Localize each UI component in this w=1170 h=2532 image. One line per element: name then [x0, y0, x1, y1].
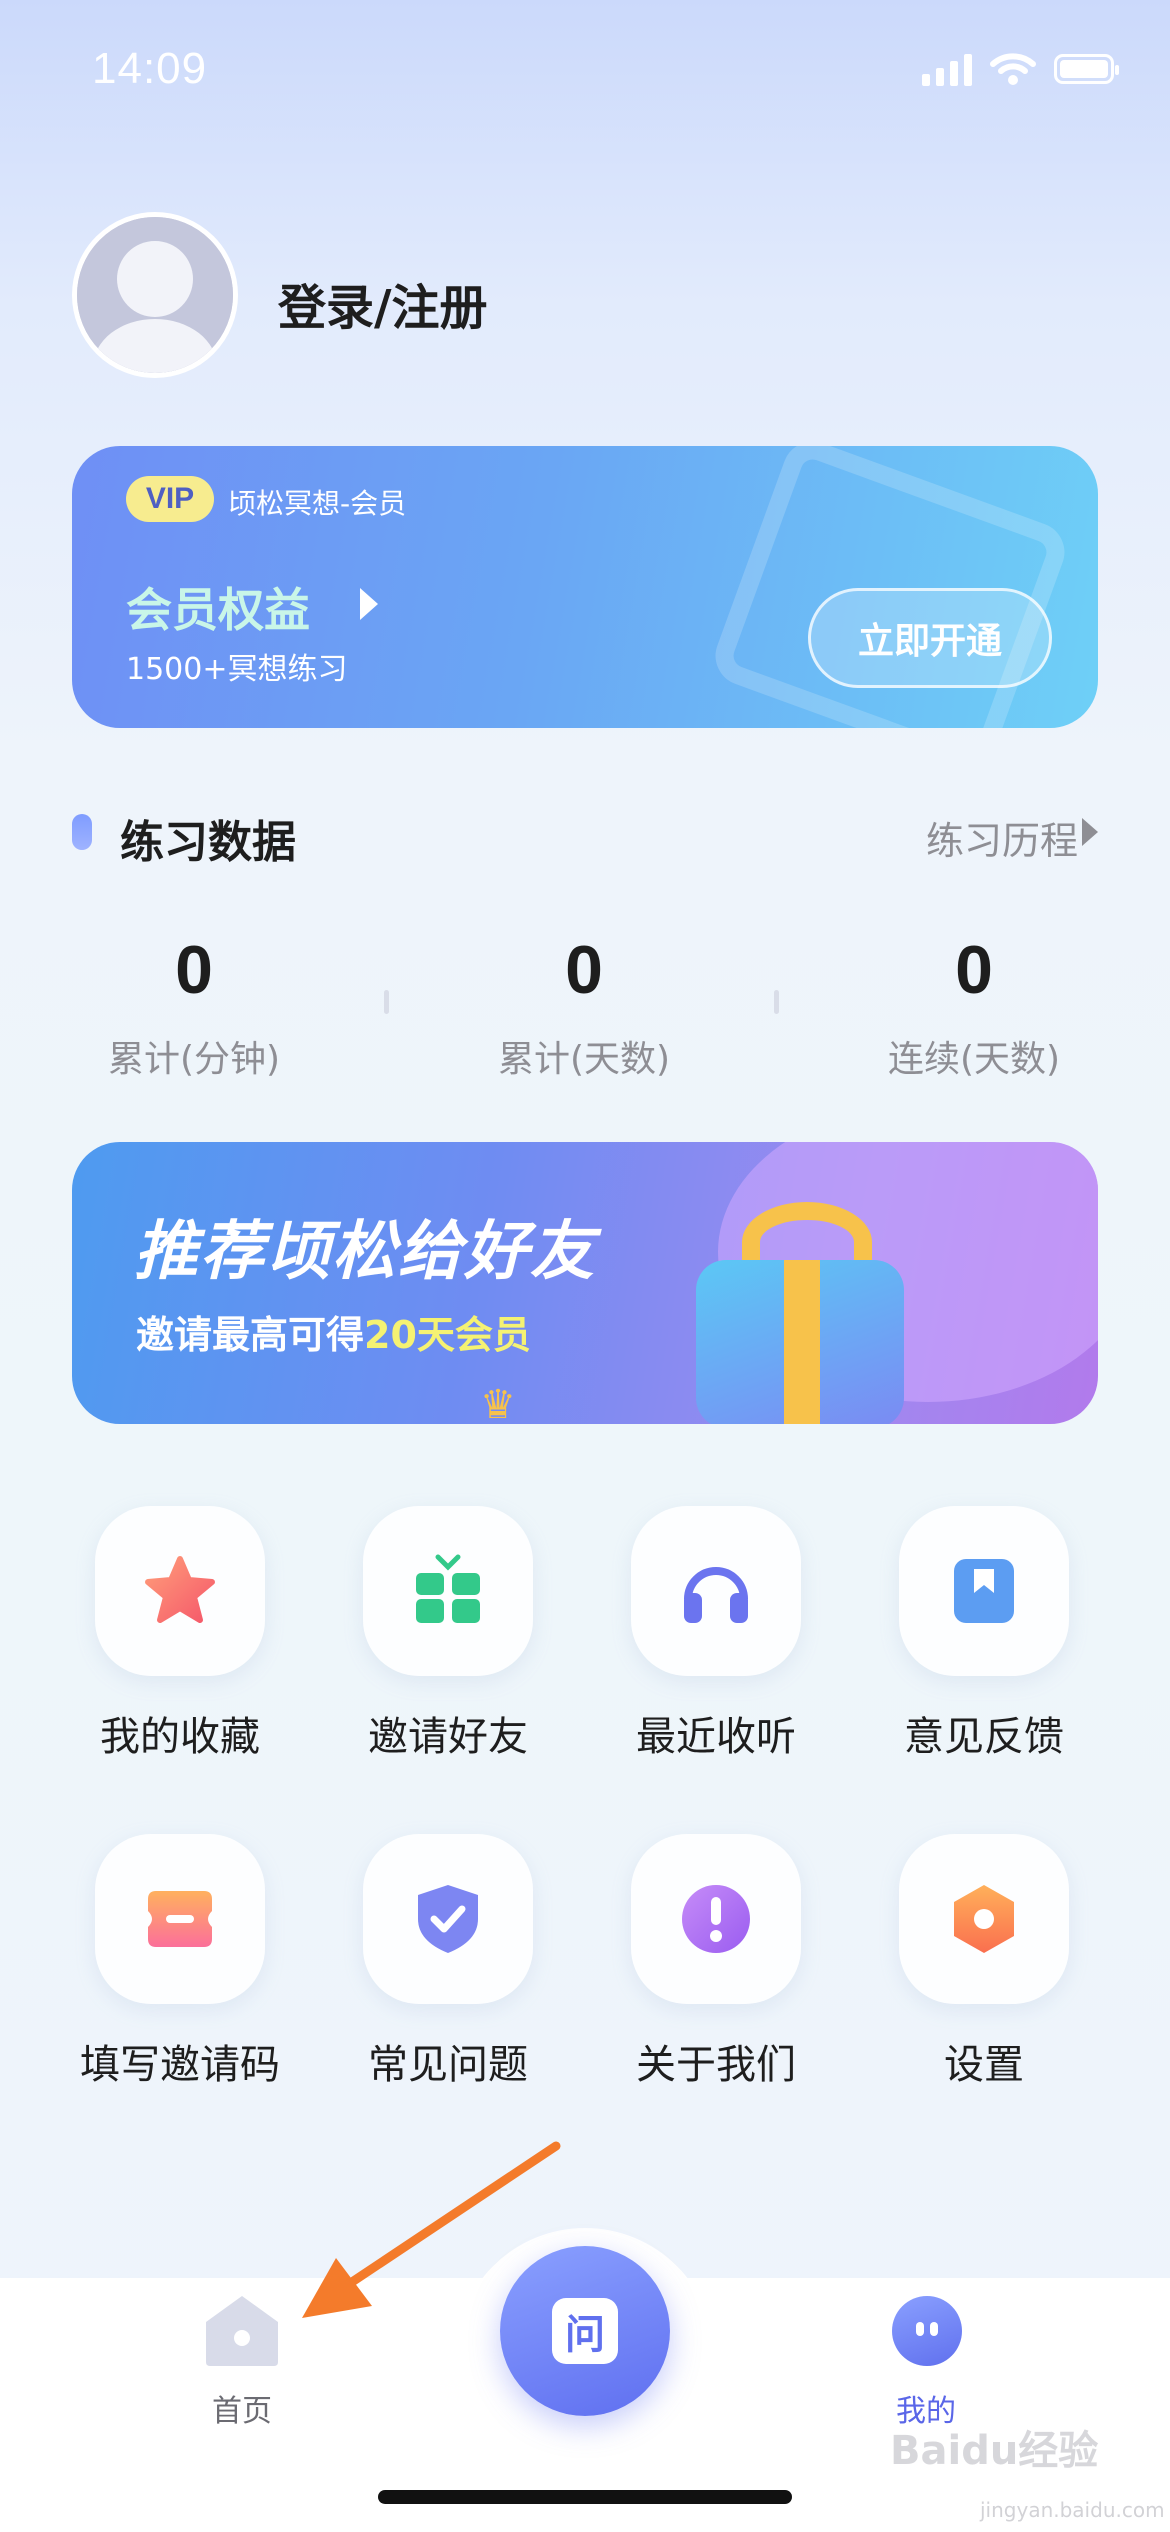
gift-ribbon: [784, 1260, 820, 1424]
invite-friends-banner[interactable]: 推荐顷松给好友 邀请最高可得20天会员 ♛: [72, 1142, 1098, 1424]
watermark: Baidu经验: [890, 2428, 1099, 2474]
vip-card[interactable]: VIP 顷松冥想-会员 会员权益 1500+冥想练习 立即开通: [72, 446, 1098, 728]
menu-tile[interactable]: [95, 1834, 265, 2004]
headphones-icon: [684, 1567, 748, 1623]
menu-tile[interactable]: [631, 1834, 801, 2004]
bookmark-icon: [954, 1559, 1014, 1623]
menu-item-settings[interactable]: 设置: [874, 1834, 1094, 2090]
menu-item-about[interactable]: 关于我们: [606, 1834, 826, 2090]
crown-icon: ♛: [480, 1382, 516, 1424]
wifi-icon: [990, 53, 1036, 85]
login-register-link[interactable]: 登录/注册: [278, 268, 488, 338]
invite-banner-title: 推荐顷松给好友: [134, 1215, 596, 1289]
star-icon: [145, 1556, 215, 1623]
stat-label: 累计(天数): [497, 1039, 671, 1080]
status-icons: [922, 52, 1119, 86]
menu-tile[interactable]: [363, 1506, 533, 1676]
stat-divider: [384, 990, 389, 1014]
menu-label: 填写邀请码: [80, 2042, 280, 2088]
chevron-right-icon: [1082, 818, 1098, 846]
tab-home-label[interactable]: 首页: [212, 2386, 272, 2430]
vip-label: 顷松冥想-会员: [228, 487, 407, 520]
menu-label: 设置: [944, 2042, 1024, 2088]
battery-icon: [1054, 54, 1119, 84]
menu-item-favorites[interactable]: 我的收藏: [70, 1506, 290, 1762]
menu-item-faq[interactable]: 常见问题: [338, 1834, 558, 2090]
menu-tile[interactable]: [363, 1834, 533, 2004]
stat-total-minutes: 0 累计(分钟): [44, 930, 344, 1082]
annotation-arrow-icon: [302, 2141, 561, 2318]
menu-tile[interactable]: [631, 1506, 801, 1676]
invite-subtitle-prefix: 邀请最高可得: [136, 1313, 365, 1357]
menu-label: 关于我们: [636, 2042, 796, 2088]
play-arrow-icon: [360, 588, 378, 620]
ticket-icon: [148, 1891, 212, 1947]
stat-total-days: 0 累计(天数): [434, 930, 734, 1082]
invite-subtitle-highlight: 20天会员: [364, 1313, 531, 1357]
shield-check-icon: [418, 1885, 478, 1953]
invite-banner-subtitle: 邀请最高可得20天会员: [136, 1304, 531, 1359]
status-time: 14:09: [92, 44, 208, 93]
section-marker: [72, 814, 92, 850]
menu-label: 意见反馈: [904, 1714, 1064, 1760]
menu-tile[interactable]: [95, 1506, 265, 1676]
stat-streak-days: 0 连续(天数): [824, 930, 1124, 1082]
stat-label: 连续(天数): [887, 1039, 1061, 1080]
menu-item-invite-code[interactable]: 填写邀请码: [70, 1834, 290, 2090]
stat-label: 累计(分钟): [107, 1039, 281, 1080]
menu-tile[interactable]: [899, 1506, 1069, 1676]
open-membership-button[interactable]: 立即开通: [808, 588, 1052, 688]
watermark-url: jingyan.baidu.com: [980, 2498, 1165, 2522]
stat-divider: [774, 990, 779, 1014]
stat-value: 0: [175, 932, 213, 1008]
default-avatar-icon: [77, 217, 233, 373]
menu-label: 常见问题: [368, 2042, 528, 2088]
exclamation-icon: [682, 1885, 750, 1953]
stat-value: 0: [565, 932, 603, 1008]
menu-item-recent[interactable]: 最近收听: [606, 1506, 826, 1762]
menu-label: 最近收听: [636, 1714, 796, 1760]
home-indicator: [378, 2490, 792, 2504]
menu-label: 我的收藏: [100, 1714, 260, 1760]
menu-item-feedback[interactable]: 意见反馈: [874, 1506, 1094, 1762]
stat-value: 0: [955, 932, 993, 1008]
avatar[interactable]: [72, 212, 238, 378]
menu-item-invite-friends[interactable]: 邀请好友: [338, 1506, 558, 1762]
gift-grid-icon: [416, 1554, 480, 1623]
vip-badge: VIP: [126, 476, 214, 522]
gear-hex-icon: [954, 1885, 1014, 1953]
menu-label: 邀请好友: [368, 1714, 528, 1760]
cellular-signal-icon: [922, 52, 972, 86]
vip-benefits-title[interactable]: 会员权益: [126, 574, 310, 640]
practice-data-title: 练习数据: [120, 817, 296, 868]
mine-avatar-icon[interactable]: [892, 2296, 962, 2366]
home-icon[interactable]: [200, 2292, 284, 2368]
practice-history-link[interactable]: 练习历程: [926, 810, 1078, 865]
menu-tile[interactable]: [899, 1834, 1069, 2004]
vip-subtitle: 1500+冥想练习: [126, 652, 348, 687]
